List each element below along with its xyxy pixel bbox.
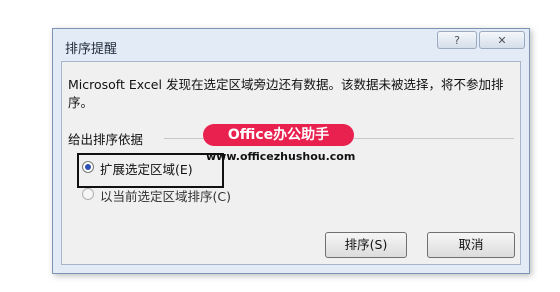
sort-button[interactable]: 排序(S) xyxy=(325,232,407,258)
sort-basis-group-label: 给出排序依据 xyxy=(68,132,144,147)
watermark-url: www.officezhushou.com xyxy=(206,150,356,163)
title-bar: 排序提醒 ? ✕ xyxy=(53,29,529,59)
current-selection-label[interactable]: 以当前选定区域排序(C) xyxy=(100,186,231,205)
dialog-title: 排序提醒 xyxy=(65,42,118,57)
help-button[interactable]: ? xyxy=(437,31,477,49)
current-selection-radio[interactable] xyxy=(82,188,94,200)
close-button[interactable]: ✕ xyxy=(479,31,525,49)
warning-message: Microsoft Excel 发现在选定区域旁边还有数据。该数据未被选择，将不… xyxy=(68,77,504,110)
watermark-brand: Office办公助手 xyxy=(203,124,354,146)
annotation-highlight-box xyxy=(77,153,224,188)
cancel-button[interactable]: 取消 xyxy=(427,232,515,258)
